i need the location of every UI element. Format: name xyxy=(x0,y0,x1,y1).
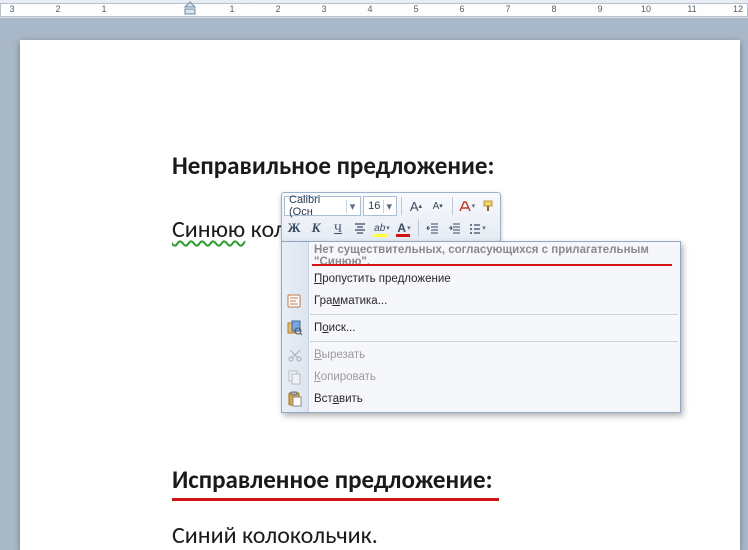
grow-font-button[interactable]: A▴ xyxy=(406,196,426,216)
increase-indent-button[interactable] xyxy=(445,218,465,238)
ruler-tick: 4 xyxy=(367,4,372,14)
ruler-tick: 10 xyxy=(641,4,651,14)
horizontal-ruler[interactable]: 3 2 1 1 2 3 4 5 6 7 8 9 10 11 12 xyxy=(0,0,748,19)
ruler-tick: 11 xyxy=(687,4,696,14)
menu-item-lookup[interactable]: Поиск... xyxy=(282,317,680,339)
grammar-error-message: Нет существительных, согласующихся с при… xyxy=(282,244,680,268)
underline-button[interactable]: Ч xyxy=(328,218,348,238)
bullets-button[interactable]: ▾ xyxy=(467,218,487,238)
styles-icon xyxy=(458,199,472,213)
separator xyxy=(418,219,419,237)
align-center-button[interactable] xyxy=(350,218,370,238)
bullets-icon xyxy=(468,221,482,235)
format-painter-button[interactable] xyxy=(478,196,498,216)
menu-item-cut: Вырезать xyxy=(282,344,680,366)
copy-icon xyxy=(287,369,303,385)
lookup-icon xyxy=(287,320,303,336)
menu-item-skip-sentence[interactable]: Пропустить предложение xyxy=(282,268,680,290)
shrink-font-button[interactable]: A▾ xyxy=(428,196,448,216)
menu-item-grammar[interactable]: Грамматика... xyxy=(282,290,680,312)
font-color-button[interactable]: A ▾ xyxy=(394,218,414,238)
editor-area: Неправильное предложение: Синюю колоколь… xyxy=(0,18,748,546)
paste-icon xyxy=(287,391,303,407)
menu-separator xyxy=(310,314,678,315)
font-size-combo[interactable]: 16▾ xyxy=(363,196,397,216)
ruler-tick: 2 xyxy=(275,4,280,14)
italic-button[interactable]: К xyxy=(306,218,326,238)
align-center-icon xyxy=(353,221,367,235)
ruler-tick: 3 xyxy=(9,4,14,14)
heading-wrong: Неправильное предложение: xyxy=(172,150,680,181)
red-underline-annotation xyxy=(312,264,672,267)
decrease-indent-button[interactable] xyxy=(423,218,443,238)
separator xyxy=(401,197,402,215)
indent-icon xyxy=(448,221,462,235)
menu-separator xyxy=(310,341,678,342)
separator xyxy=(452,197,453,215)
bold-button[interactable]: Ж xyxy=(284,218,304,238)
heading-fixed: Исправленное предложение: xyxy=(172,464,493,495)
ruler-tick: 1 xyxy=(229,4,234,14)
ruler-tick: 1 xyxy=(101,4,106,14)
ruler-tick: 8 xyxy=(551,4,556,14)
grammar-context-menu[interactable]: Нет существительных, согласующихся с при… xyxy=(281,241,681,413)
outdent-icon xyxy=(426,221,440,235)
menu-item-copy: Копировать xyxy=(282,366,680,388)
ruler-tick: 12 xyxy=(733,4,743,14)
scissors-icon xyxy=(287,347,303,363)
ruler-tick: 3 xyxy=(321,4,326,14)
indent-marker-icon[interactable] xyxy=(183,0,197,18)
ruler-tick: 9 xyxy=(597,4,602,14)
red-underline-annotation xyxy=(172,498,499,501)
chevron-down-icon[interactable]: ▾ xyxy=(346,200,358,213)
ruler-tick: 7 xyxy=(505,4,510,14)
font-name-combo[interactable]: Calibri (Осн▾ xyxy=(284,196,361,216)
ruler-tick: 2 xyxy=(55,4,60,14)
ruler-tick: 5 xyxy=(413,4,418,14)
ruler-track xyxy=(0,3,748,17)
paintbrush-icon xyxy=(481,199,495,213)
styles-button[interactable]: ▾ xyxy=(457,196,477,216)
menu-item-paste[interactable]: Вставить xyxy=(282,388,680,410)
highlight-button[interactable]: ab ▾ xyxy=(372,218,392,238)
mini-toolbar[interactable]: Calibri (Осн▾ 16▾ A▴ A▾ ▾ Ж К Ч ab xyxy=(281,192,501,242)
grammar-icon xyxy=(287,293,303,309)
ruler-tick: 6 xyxy=(459,4,464,14)
grammar-error-word[interactable]: Синюю xyxy=(172,215,245,244)
chevron-down-icon[interactable]: ▾ xyxy=(383,200,394,213)
